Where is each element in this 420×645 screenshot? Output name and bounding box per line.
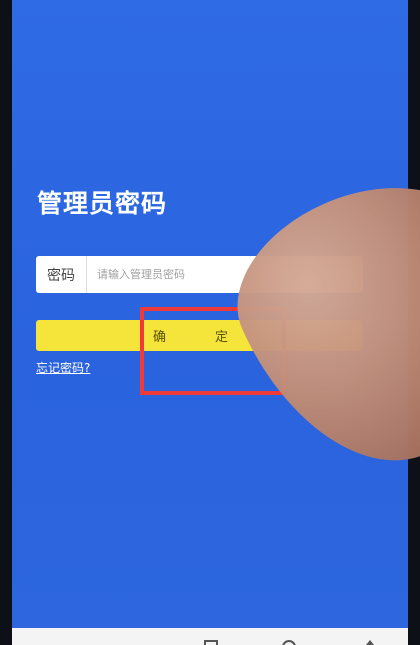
forgot-password-link[interactable]: 忘记密码? xyxy=(36,359,90,376)
password-label: 密码 xyxy=(36,256,87,293)
phone-frame: 管理员密码 密码 确 定 忘记密码? xyxy=(0,0,420,645)
back-icon[interactable] xyxy=(362,640,378,645)
page-title: 管理员密码 xyxy=(37,189,168,218)
recents-icon[interactable] xyxy=(204,640,218,645)
system-nav-bar xyxy=(12,628,408,645)
home-icon[interactable] xyxy=(282,640,296,645)
